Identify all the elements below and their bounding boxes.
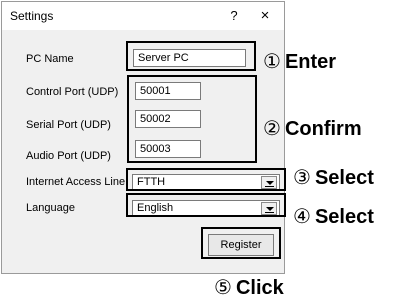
control-port-label: Control Port (UDP) <box>26 86 119 98</box>
title-bar: Settings ? × <box>2 2 284 30</box>
annotation-enter: ① Enter <box>263 51 337 73</box>
annotation-select-internet: ③ Select <box>293 167 374 189</box>
language-label: Language <box>26 202 75 214</box>
highlight-register <box>201 227 281 259</box>
audio-port-label: Audio Port (UDP) <box>26 150 111 162</box>
help-button[interactable]: ? <box>224 6 244 26</box>
dialog-title: Settings <box>10 9 54 23</box>
highlight-pc-name <box>126 41 256 71</box>
internet-line-label: Internet Access Line <box>26 176 126 188</box>
annotation-select-language: ④ Select <box>293 206 374 228</box>
highlight-internet-line <box>126 168 286 191</box>
pc-name-label: PC Name <box>26 53 74 65</box>
serial-port-label: Serial Port (UDP) <box>26 119 111 131</box>
close-button[interactable]: × <box>254 6 276 26</box>
annotation-click: ⑤ Click <box>214 277 284 299</box>
annotation-confirm: ② Confirm <box>263 118 362 140</box>
highlight-ports <box>127 75 257 163</box>
highlight-language <box>126 193 286 217</box>
